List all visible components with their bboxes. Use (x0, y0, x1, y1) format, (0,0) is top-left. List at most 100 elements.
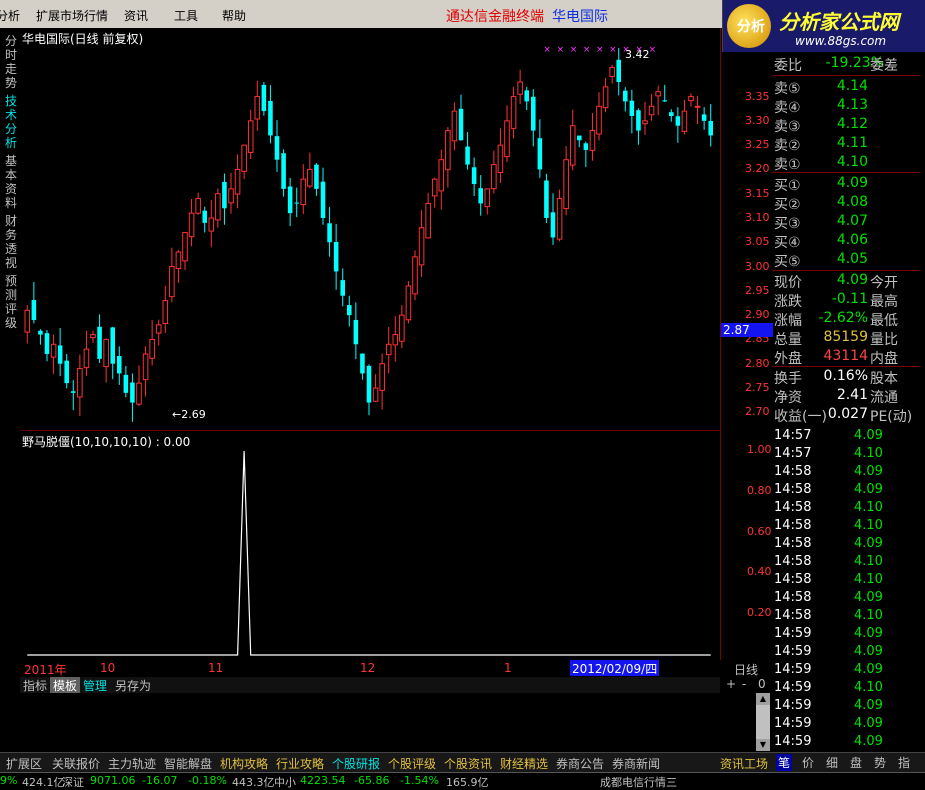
ask-row[interactable]: 卖① 4.10 (772, 154, 920, 173)
ask-row[interactable]: 卖⑤ 4.14 (772, 78, 920, 97)
tab-save-as[interactable]: 另存为 (112, 677, 154, 693)
period-label[interactable]: 日线 (734, 661, 758, 678)
bid-row[interactable]: 买③ 4.07 (772, 213, 920, 232)
bid-row[interactable]: 买② 4.08 (772, 194, 920, 213)
rtab-trend[interactable]: 势 (874, 754, 886, 771)
tick-row[interactable]: 14:58 4.10 (772, 554, 920, 572)
tick-price: 4.10 (854, 500, 883, 515)
btab-broker-notice[interactable]: 券商公告 (556, 755, 604, 772)
ask-row-value: 4.12 (836, 116, 868, 132)
menu-tools[interactable]: 工具 (174, 7, 198, 24)
scrollbar[interactable]: ▲ ▼ (756, 693, 770, 751)
btab-inst[interactable]: 机构攻略 (220, 755, 268, 772)
menu-analysis[interactable]: 分析 (0, 7, 20, 24)
btab-broker-news[interactable]: 券商新闻 (612, 755, 660, 772)
btab-main-force[interactable]: 主力轨迹 (108, 755, 156, 772)
special-marker: × (583, 45, 591, 55)
tick-time: 14:58 (774, 554, 812, 569)
candle-body (97, 326, 102, 359)
stat-row[interactable]: 涨幅 -2.62% 最低 (772, 310, 920, 329)
zoom-out-button[interactable]: - (742, 677, 746, 691)
candle-body (431, 178, 438, 197)
tick-row[interactable]: 14:59 4.09 (772, 662, 920, 680)
candle-body (202, 210, 207, 223)
btab-info-workshop[interactable]: 资讯工场 (720, 755, 768, 772)
side-tab-technical[interactable]: 技术分析 (5, 94, 19, 150)
tab-indicator[interactable]: 指标 (20, 677, 50, 693)
zoom-in-button[interactable]: + (726, 677, 736, 691)
indicator-chart[interactable]: 野马脱僵(10,10,10,10) : 0.00 (20, 430, 720, 660)
btab-research[interactable]: 个股研报 (332, 755, 380, 772)
stat-row[interactable]: 外盘 43114 内盘 (772, 348, 920, 367)
tick-row[interactable]: 14:58 4.09 (772, 482, 920, 500)
menu-help[interactable]: 帮助 (222, 7, 246, 24)
tick-row[interactable]: 14:58 4.10 (772, 608, 920, 626)
btab-smart[interactable]: 智能解盘 (164, 755, 212, 772)
ask-row[interactable]: 卖② 4.11 (772, 135, 920, 154)
side-tab-intraday[interactable]: 分时走势 (5, 34, 19, 90)
tick-row[interactable]: 14:59 4.09 (772, 626, 920, 644)
stat-row[interactable]: 现价 4.09 今开 (772, 272, 920, 291)
tick-row[interactable]: 14:59 4.09 (772, 716, 920, 734)
tick-row[interactable]: 14:58 4.09 (772, 464, 920, 482)
bid-row[interactable]: 买④ 4.06 (772, 232, 920, 251)
tick-row[interactable]: 14:59 4.09 (772, 734, 920, 752)
stat-row[interactable]: 总量 85159 量比 (772, 329, 920, 348)
tick-price: 4.10 (854, 518, 883, 533)
btab-ext-area[interactable]: 扩展区 (6, 755, 42, 772)
tick-row[interactable]: 14:58 4.10 (772, 500, 920, 518)
rtab-index[interactable]: 指 (898, 754, 910, 771)
candle-body (616, 59, 621, 82)
btab-stock-news[interactable]: 个股资讯 (444, 755, 492, 772)
tick-row[interactable]: 14:58 4.09 (772, 536, 920, 554)
rtab-detail[interactable]: 细 (826, 754, 838, 771)
rtab-trades[interactable]: 笔 (776, 754, 793, 771)
candle-body (445, 130, 451, 171)
bid-row[interactable]: 买⑤ 4.05 (772, 251, 920, 270)
tick-row[interactable]: 14:59 4.09 (772, 644, 920, 662)
candle-body (215, 193, 221, 221)
tick-list[interactable]: 14:57 4.09 14:57 4.10 14:58 4.09 14:58 4.09 14:5… (772, 428, 920, 752)
tick-row[interactable]: 14:57 4.10 (772, 446, 920, 464)
tick-row[interactable]: 14:57 4.09 (772, 428, 920, 446)
tick-row[interactable]: 14:58 4.10 (772, 572, 920, 590)
tick-row[interactable]: 14:58 4.09 (772, 590, 920, 608)
btab-finance[interactable]: 财经精选 (500, 755, 548, 772)
status-6: -0.18% (188, 774, 227, 787)
tab-template[interactable]: 模板 (50, 677, 81, 693)
stat-row-value: 43114 (823, 348, 868, 364)
scroll-down-icon[interactable]: ▼ (756, 739, 770, 751)
rtab-price[interactable]: 价 (802, 754, 814, 771)
candle-body (544, 180, 549, 218)
y-tick: 3.20 (745, 162, 770, 176)
side-tab-forecast[interactable]: 预测评级 (5, 274, 19, 330)
candle-body (510, 96, 517, 129)
tab-manage[interactable]: 管理 (80, 677, 110, 693)
stat-row[interactable]: 涨跌 -0.11 最高 (772, 291, 920, 310)
kline-chart[interactable]: × × × × × × × × × 华电国际(日线 前复权) 3.42 ←2.69 (20, 28, 720, 430)
menu-extended-market[interactable]: 扩展市场行情 (36, 7, 108, 24)
stat2-row[interactable]: 净资 2.41 流通 (772, 387, 920, 406)
tick-price: 4.09 (854, 428, 883, 443)
ask-row[interactable]: 卖④ 4.13 (772, 97, 920, 116)
tick-row[interactable]: 14:58 4.10 (772, 518, 920, 536)
scroll-up-icon[interactable]: ▲ (756, 693, 770, 705)
candle-body (31, 300, 37, 320)
side-tab-financial[interactable]: 财务透视 (5, 214, 19, 270)
ask-row-label: 卖③ (774, 119, 801, 135)
btab-rating[interactable]: 个股评级 (388, 755, 436, 772)
bid-row[interactable]: 买① 4.09 (772, 175, 920, 194)
btab-industry[interactable]: 行业攻略 (276, 755, 324, 772)
btab-related-quote[interactable]: 关联报价 (52, 755, 100, 772)
stat2-row[interactable]: 换手 0.16% 股本 (772, 368, 920, 387)
tick-row[interactable]: 14:59 4.09 (772, 698, 920, 716)
menu-news[interactable]: 资讯 (124, 7, 148, 24)
stat2-row[interactable]: 收益(一) 0.027 PE(动) (772, 406, 920, 425)
rtab-market[interactable]: 盘 (850, 754, 862, 771)
side-tab-basic-info[interactable]: 基本资料 (5, 154, 19, 210)
tick-row[interactable]: 14:59 4.10 (772, 680, 920, 698)
ask-row-value: 4.10 (836, 154, 868, 170)
candle-body (675, 116, 681, 126)
indicator-tabs: 指标 模板 管理 另存为 (20, 677, 720, 693)
ask-row[interactable]: 卖③ 4.12 (772, 116, 920, 135)
